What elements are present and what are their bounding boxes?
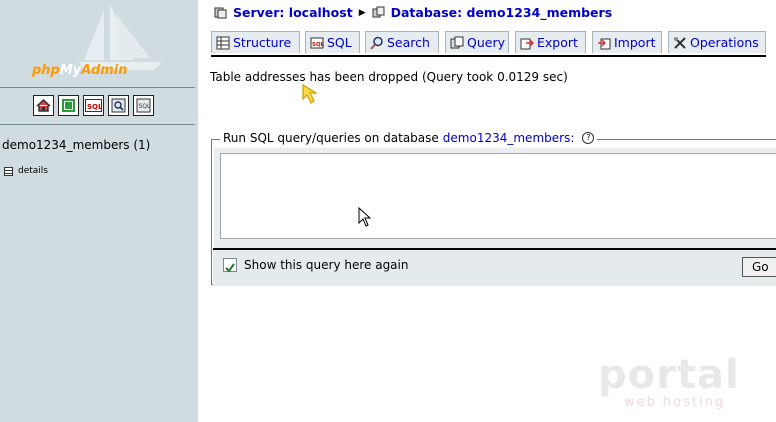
home-icon[interactable] [33, 95, 54, 116]
database-icon [372, 6, 385, 18]
sql-query-icon[interactable]: SQL [83, 95, 104, 116]
tab-search[interactable]: Search [365, 31, 439, 53]
help-icon[interactable]: ? [582, 132, 595, 144]
checkmark-icon [225, 263, 235, 273]
table-label[interactable]: details [18, 166, 48, 176]
structure-icon [216, 36, 230, 49]
tab-query-label: Query [467, 35, 505, 50]
table-icon[interactable] [4, 166, 13, 176]
tab-query[interactable]: Query [445, 31, 509, 53]
query-icon [450, 36, 464, 48]
table-list-item[interactable]: details [4, 166, 48, 176]
logo-php: php [32, 63, 60, 78]
logo-admin: Admin [81, 63, 128, 78]
show-query-label[interactable]: Show this query here again [244, 258, 408, 272]
svg-text:SQL: SQL [312, 42, 324, 48]
operations-icon [674, 36, 686, 49]
exit-icon[interactable] [58, 95, 79, 116]
documentation-icon[interactable]: SQL [133, 95, 154, 116]
search-icon [370, 36, 383, 50]
mouse-cursor-icon [358, 207, 372, 227]
logo-my: My [59, 63, 82, 78]
server-link[interactable]: Server: localhost [233, 5, 353, 20]
tab-export-label: Export [537, 35, 578, 50]
svg-text:SQL: SQL [139, 103, 152, 110]
tab-import[interactable]: Import [592, 31, 662, 53]
go-button[interactable]: Go [742, 257, 776, 277]
sql-icon: SQL [310, 37, 324, 48]
tab-import-label: Import [614, 35, 656, 50]
database-breadcrumb-link[interactable]: Database: demo1234_members [391, 5, 613, 20]
svg-text:SQL: SQL [87, 103, 102, 111]
left-frame: phpMyAdmin SQL SQL demo1234_members (1) … [0, 0, 199, 422]
tab-sql[interactable]: SQL SQL [305, 31, 360, 53]
divider [0, 124, 195, 125]
database-link[interactable]: demo1234_members (1) [2, 138, 150, 152]
phpmyadmin-wordmark[interactable]: phpMyAdmin [32, 63, 128, 78]
pointer-highlight-icon [302, 83, 319, 104]
breadcrumb-separator-icon: ▶ [358, 7, 366, 18]
tab-search-label: Search [387, 35, 430, 50]
query-window-icon[interactable] [108, 95, 129, 116]
tab-structure-label: Structure [233, 35, 292, 50]
watermark-logo: portal [598, 352, 740, 398]
sql-database-link[interactable]: demo1234_members: [443, 131, 575, 145]
show-query-checkbox[interactable] [223, 258, 237, 273]
sql-fieldset-legend: Run SQL query/queries on database demo12… [220, 131, 598, 145]
tab-operations-label: Operations [690, 35, 759, 50]
sql-query-textarea[interactable] [220, 153, 776, 239]
server-icon [214, 7, 227, 19]
import-icon [598, 38, 611, 49]
tab-structure[interactable]: Structure [211, 31, 300, 53]
divider [0, 87, 195, 88]
tab-bar: Structure SQL SQL Search Query Export Im… [211, 31, 766, 57]
tab-sql-label: SQL [327, 35, 352, 50]
tab-operations[interactable]: Operations [668, 31, 766, 53]
sql-legend-text: Run SQL query/queries on database [223, 131, 439, 145]
nav-icon-bar: SQL SQL [33, 95, 154, 117]
export-icon [520, 38, 534, 49]
status-message: Table addresses has been dropped (Query … [210, 70, 568, 84]
watermark-subtitle: web hosting [624, 395, 726, 410]
breadcrumb: Server: localhost ▶ Database: demo1234_m… [214, 5, 612, 20]
tab-export[interactable]: Export [515, 31, 586, 53]
